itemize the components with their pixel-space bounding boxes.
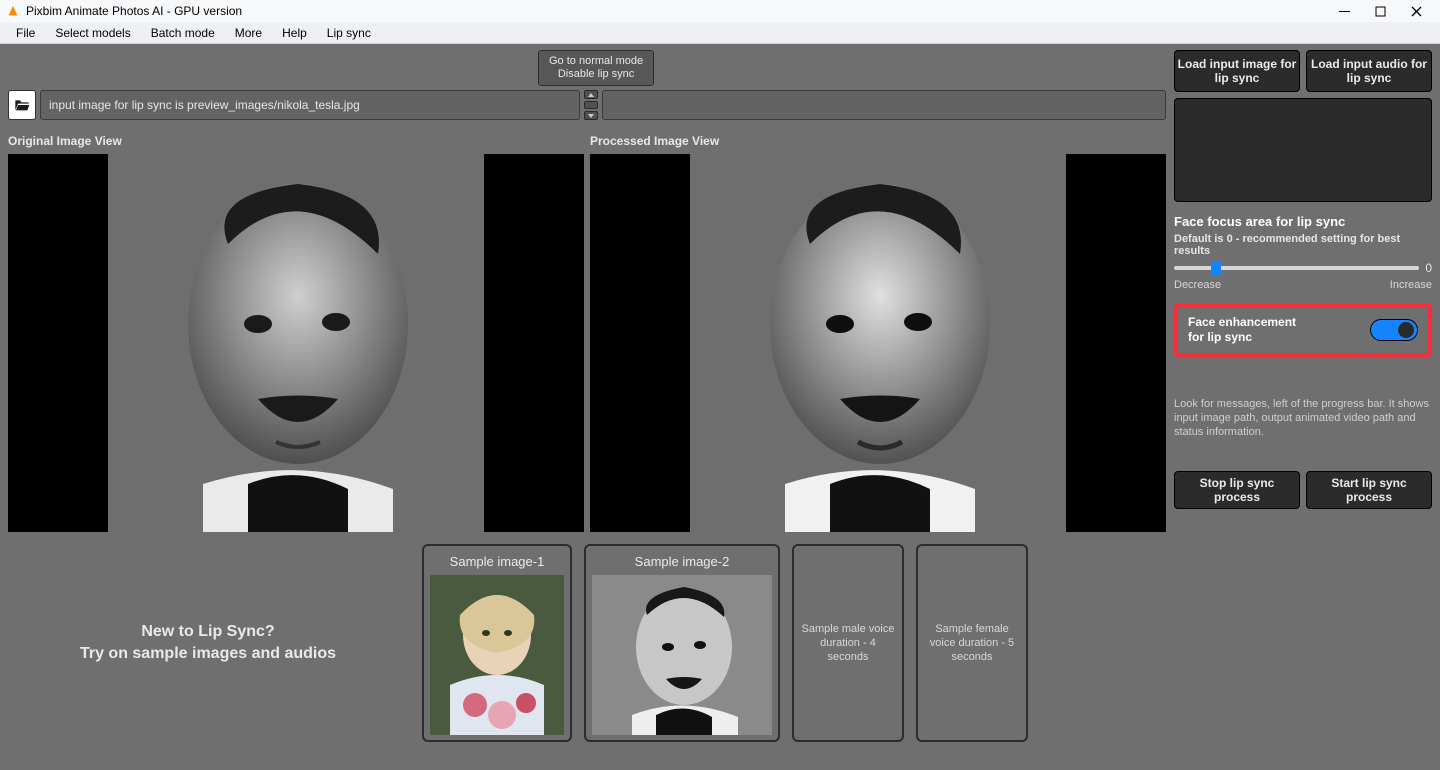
app-logo-icon [6, 4, 20, 18]
title-bar: Pixbim Animate Photos AI - GPU version [0, 0, 1440, 22]
sample-audio-female[interactable]: Sample female voice duration - 5 seconds [916, 544, 1028, 742]
toggle-mode-line1: Go to normal mode [549, 55, 643, 68]
toggle-mode-button[interactable]: Go to normal mode Disable lip sync [538, 50, 654, 86]
original-view-label: Original Image View [8, 134, 584, 148]
sample-image-2-label: Sample image-2 [635, 554, 730, 569]
load-input-audio-button[interactable]: Load input audio for lip sync [1306, 50, 1432, 92]
processed-view-label: Processed Image View [590, 134, 1166, 148]
face-focus-title: Face focus area for lip sync [1174, 214, 1432, 229]
stop-lip-sync-label: Stop lip sync process [1175, 476, 1299, 504]
sample-image-1-thumb [430, 575, 564, 735]
open-folder-button[interactable] [8, 90, 36, 120]
face-focus-slider-thumb[interactable] [1211, 261, 1221, 275]
path-stepper [584, 90, 598, 120]
stepper-up-button[interactable] [584, 90, 598, 99]
load-input-image-label: Load input image for lip sync [1175, 57, 1299, 85]
original-image-view [8, 154, 584, 532]
input-audio-path-field[interactable] [602, 90, 1166, 120]
window-maximize-button[interactable] [1362, 0, 1398, 22]
stepper-mid [584, 101, 598, 109]
toggle-knob-icon [1398, 322, 1414, 338]
menu-batch-mode[interactable]: Batch mode [141, 26, 225, 40]
audio-preview-box [1174, 98, 1432, 202]
sample-image-2-thumb [592, 575, 772, 735]
menu-bar: File Select models Batch mode More Help … [0, 22, 1440, 44]
window-minimize-button[interactable] [1326, 0, 1362, 22]
sample-audio-male[interactable]: Sample male voice duration - 4 seconds [792, 544, 904, 742]
sample-image-1[interactable]: Sample image-1 [422, 544, 572, 742]
window-close-button[interactable] [1398, 0, 1434, 22]
menu-select-models[interactable]: Select models [45, 26, 140, 40]
face-enhancement-label: Face enhancement for lip sync [1188, 315, 1296, 345]
input-image-path-text: input image for lip sync is preview_imag… [49, 98, 360, 112]
face-enhancement-l1: Face enhancement [1188, 315, 1296, 330]
face-focus-slider[interactable] [1174, 266, 1419, 270]
stepper-down-button[interactable] [584, 111, 598, 120]
menu-lip-sync[interactable]: Lip sync [317, 26, 381, 40]
processed-image-view [590, 154, 1166, 532]
slider-increase-label: Increase [1390, 279, 1432, 291]
face-enhancement-toggle[interactable] [1370, 319, 1418, 341]
folder-open-icon [14, 98, 30, 112]
processed-image [690, 154, 1066, 532]
slider-decrease-label: Decrease [1174, 279, 1221, 291]
sample-image-1-label: Sample image-1 [450, 554, 545, 569]
face-enhancement-panel: Face enhancement for lip sync [1174, 303, 1432, 357]
toggle-mode-line2: Disable lip sync [549, 68, 643, 81]
lip-sync-hint: New to Lip Sync? Try on sample images an… [8, 621, 408, 665]
load-input-image-button[interactable]: Load input image for lip sync [1174, 50, 1300, 92]
load-input-audio-label: Load input audio for lip sync [1307, 57, 1431, 85]
menu-more[interactable]: More [225, 26, 272, 40]
hint-line2: Try on sample images and audios [8, 643, 408, 665]
window-title: Pixbim Animate Photos AI - GPU version [26, 4, 1326, 18]
stop-lip-sync-button[interactable]: Stop lip sync process [1174, 471, 1300, 509]
sample-audio-female-text: Sample female voice duration - 5 seconds [924, 622, 1020, 664]
input-image-path-field[interactable]: input image for lip sync is preview_imag… [40, 90, 580, 120]
start-lip-sync-button[interactable]: Start lip sync process [1306, 471, 1432, 509]
status-message: Look for messages, left of the progress … [1174, 373, 1432, 463]
face-focus-subtitle: Default is 0 - recommended setting for b… [1174, 233, 1432, 257]
hint-line1: New to Lip Sync? [8, 621, 408, 643]
menu-help[interactable]: Help [272, 26, 317, 40]
sample-audio-male-text: Sample male voice duration - 4 seconds [800, 622, 896, 664]
original-image [108, 154, 484, 532]
face-enhancement-l2: for lip sync [1188, 330, 1296, 345]
face-focus-value: 0 [1425, 261, 1432, 275]
start-lip-sync-label: Start lip sync process [1307, 476, 1431, 504]
menu-file[interactable]: File [6, 26, 45, 40]
sample-image-2[interactable]: Sample image-2 [584, 544, 780, 742]
